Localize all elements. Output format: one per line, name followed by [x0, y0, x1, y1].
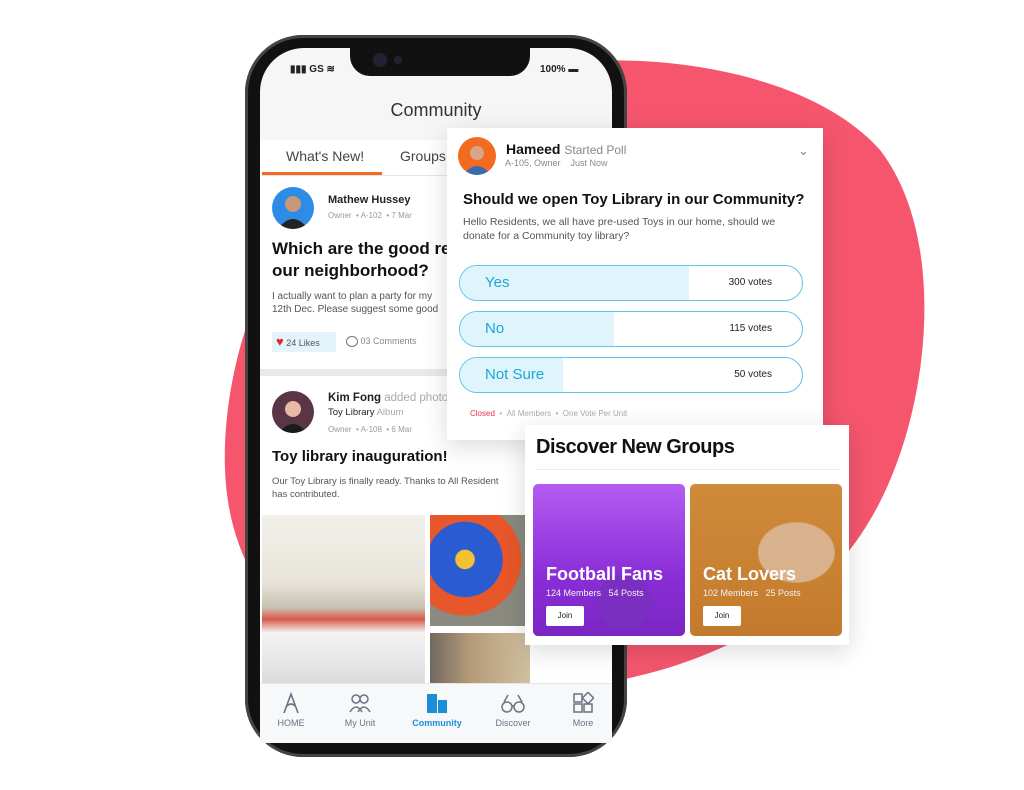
discover-title: Discover New Groups: [536, 436, 735, 458]
users-icon: [349, 694, 371, 713]
poll-option-yes[interactable]: Yes 300 votes: [459, 265, 803, 301]
post-body: Our Toy Library is finally ready. Thanks…: [272, 476, 499, 500]
comment-icon: [346, 336, 358, 348]
join-button[interactable]: Join: [546, 606, 584, 626]
post-author[interactable]: Mathew Hussey: [328, 194, 411, 206]
binoculars-icon: [501, 694, 525, 713]
divider: [536, 469, 840, 470]
avatar[interactable]: [272, 187, 314, 229]
album-link[interactable]: Toy Library Album: [328, 407, 404, 418]
photo-toys[interactable]: [430, 515, 530, 626]
poll-option-no[interactable]: No 115 votes: [459, 311, 803, 347]
avatar[interactable]: [458, 137, 496, 175]
nav-discover[interactable]: Discover: [481, 692, 545, 728]
tab-groups[interactable]: Groups: [400, 148, 446, 164]
chevron-down-icon[interactable]: ⌄: [798, 143, 809, 159]
avatar[interactable]: [272, 391, 314, 433]
tab-whats-new[interactable]: What's New!: [286, 148, 364, 164]
post-author: Kim Fong added photos: [328, 392, 454, 404]
group-card-football-fans[interactable]: Football Fans 124 Members 54 Posts Join: [533, 484, 685, 636]
post-body: I actually want to plan a party for my 12…: [272, 291, 439, 315]
poll-author: Hameed Started Poll: [506, 141, 627, 157]
post-meta: Owner • A-102 • 7 Mar: [328, 211, 412, 220]
poll-footer: Closed • All Members • One Vote Per Unit: [470, 409, 628, 418]
sensor-icon: [394, 56, 402, 64]
page-title: Community: [390, 100, 482, 120]
join-button[interactable]: Join: [703, 606, 741, 626]
poll-meta: A-105, Owner Just Now: [505, 158, 608, 168]
nav-community[interactable]: Community: [405, 692, 469, 728]
like-button[interactable]: ♥ 24 Likes: [272, 332, 336, 352]
post-headline: Which are the good re our neighborhood?: [272, 239, 451, 280]
post-headline: Toy library inauguration!: [272, 448, 448, 465]
active-tab-indicator: [262, 172, 382, 175]
grid-icon: [573, 692, 594, 713]
poll-option-not-sure[interactable]: Not Sure 50 votes: [459, 357, 803, 393]
photo-toy-library[interactable]: [262, 515, 425, 683]
nav-more[interactable]: More: [551, 692, 615, 728]
heart-icon: ♥: [276, 334, 284, 349]
comments-button[interactable]: 03 Comments: [346, 336, 417, 348]
nav-home[interactable]: HOME: [259, 692, 323, 728]
author-link[interactable]: Kim Fong: [328, 392, 381, 404]
nav-my-unit[interactable]: My Unit: [328, 692, 392, 728]
battery: 100% ▬: [540, 64, 579, 75]
group-card-cat-lovers[interactable]: Cat Lovers 102 Members 25 Posts Join: [690, 484, 842, 636]
author-link[interactable]: Hameed: [506, 141, 560, 157]
signal-carrier: ▮▮▮ GS ≋: [290, 64, 335, 75]
camera-icon: [373, 53, 387, 67]
poll-description: Hello Residents, we all have pre-used To…: [463, 216, 776, 242]
poll-question: Should we open Toy Library in our Commun…: [463, 191, 805, 208]
poll-status: Closed: [470, 409, 495, 418]
buildings-icon: [427, 694, 447, 713]
photo-play-area[interactable]: [430, 633, 530, 683]
home-a-icon: [283, 692, 299, 714]
post-meta: Owner • A-108 • 6 Mar: [328, 425, 412, 434]
